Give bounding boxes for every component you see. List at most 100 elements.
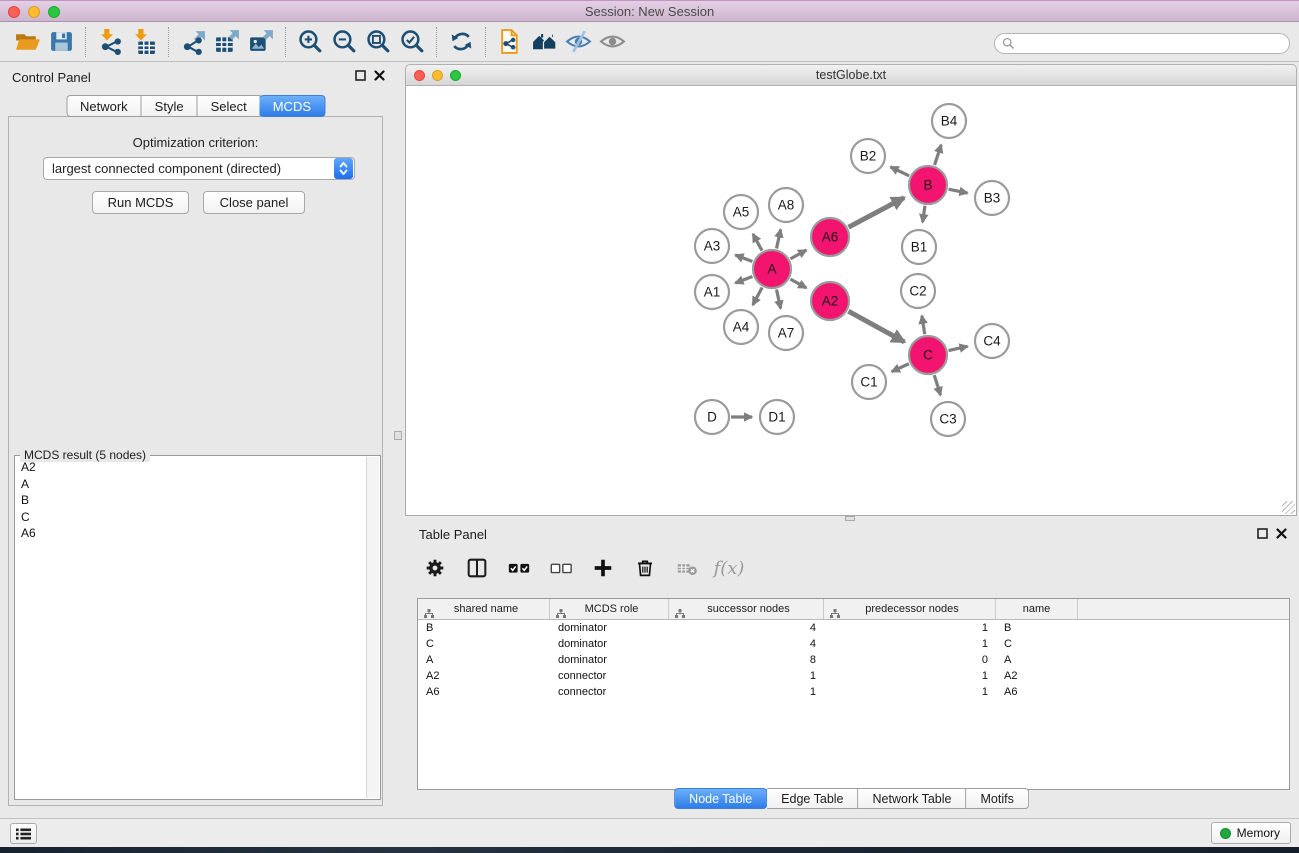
graph-edge-A-A2[interactable] [790,279,806,288]
function-builder-icon[interactable]: f(x) [715,554,743,582]
tab-edge-table[interactable]: Edge Table [767,788,858,809]
tab-motifs[interactable]: Motifs [966,788,1028,809]
new-network-from-selection-icon[interactable] [493,26,527,58]
vertical-split-divider[interactable] [391,62,405,818]
table-cell[interactable]: 4 [669,638,824,650]
graph-edge-C-C1[interactable] [892,364,909,372]
close-panel-button[interactable]: Close panel [203,191,305,214]
table-cell[interactable]: A [418,654,550,666]
settings-gear-icon[interactable] [421,554,449,582]
table-row[interactable]: Adominator80A [418,652,1289,668]
list-item[interactable]: B [17,492,365,509]
column-header-predecessor-nodes[interactable]: predecessor nodes [824,599,996,619]
float-panel-icon[interactable] [1257,528,1268,539]
export-table-icon[interactable] [210,26,244,58]
graph-edge-B-B2[interactable] [891,167,910,176]
divider-grip[interactable] [394,431,402,440]
graph-edge-A-A8[interactable] [776,229,780,248]
refresh-icon[interactable] [444,26,478,58]
table-cell[interactable]: dominator [550,638,669,650]
list-scrollbar[interactable] [366,457,379,798]
table-cell[interactable]: 0 [824,654,996,666]
mcds-result-list[interactable]: A2 A B C A6 [17,459,365,797]
table-cell[interactable]: 1 [824,638,996,650]
frame-resize-grip[interactable] [1282,501,1295,514]
column-header-name[interactable]: name [996,599,1078,619]
network-canvas[interactable]: AA1A3A5A8A4A7A6A2BB1B2B3B4CC1C2C3C4DD1 [405,86,1297,516]
memory-button[interactable]: Memory [1211,822,1291,844]
list-item[interactable]: C [17,509,365,526]
column-header-successor-nodes[interactable]: successor nodes [669,599,824,619]
table-cell[interactable]: 1 [824,622,996,634]
add-column-icon[interactable] [589,554,617,582]
search-input[interactable] [994,33,1290,54]
run-mcds-button[interactable]: Run MCDS [92,191,189,214]
delete-table-icon[interactable] [673,554,701,582]
hide-selected-icon[interactable] [561,26,595,58]
table-row[interactable]: Bdominator41B [418,620,1289,636]
graph-edge-C-C2[interactable] [922,316,925,335]
table-cell[interactable]: A6 [996,686,1078,698]
graph-edge-A6-B[interactable] [849,198,905,228]
table-cell[interactable]: B [996,622,1078,634]
first-neighbors-icon[interactable] [527,26,561,58]
divider-grip[interactable] [845,516,855,521]
table-cell[interactable]: A [996,654,1078,666]
tab-style[interactable]: Style [142,95,198,117]
table-row[interactable]: A6connector11A6 [418,684,1289,700]
delete-column-icon[interactable] [631,554,659,582]
open-session-icon[interactable] [10,26,44,58]
export-network-icon[interactable] [176,26,210,58]
graph-edge-A2-C[interactable] [848,311,904,342]
table-cell[interactable]: dominator [550,654,669,666]
close-panel-icon[interactable] [1276,528,1287,539]
graph-edge-B-B4[interactable] [935,145,942,165]
table-cell[interactable]: A2 [996,670,1078,682]
table-cell[interactable]: 4 [669,622,824,634]
graph-edge-B-B3[interactable] [949,189,968,193]
table-cell[interactable]: connector [550,670,669,682]
table-cell[interactable]: 1 [669,686,824,698]
graph-edge-A-A1[interactable] [735,277,752,284]
table-cell[interactable]: 1 [824,670,996,682]
list-item[interactable]: A [17,476,365,493]
tab-network[interactable]: Network [66,95,142,117]
zoom-out-icon[interactable] [327,26,361,58]
select-all-icon[interactable] [505,554,533,582]
graph-edge-A-A7[interactable] [776,290,780,309]
zoom-fit-icon[interactable] [361,26,395,58]
table-cell[interactable]: dominator [550,622,669,634]
network-frame-titlebar[interactable]: testGlobe.txt [405,64,1297,86]
zoom-in-icon[interactable] [293,26,327,58]
graph-edge-B-B1[interactable] [923,206,925,222]
import-network-icon[interactable] [93,26,127,58]
table-cell[interactable]: 1 [669,670,824,682]
tab-network-table[interactable]: Network Table [859,788,967,809]
import-table-icon[interactable] [127,26,161,58]
tab-node-table[interactable]: Node Table [674,788,767,809]
table-cell[interactable]: connector [550,686,669,698]
column-header-shared-name[interactable]: shared name [418,599,550,619]
list-item[interactable]: A2 [17,459,365,476]
table-cell[interactable]: 1 [824,686,996,698]
task-history-button[interactable] [10,823,37,844]
list-item[interactable]: A6 [17,525,365,542]
tab-select[interactable]: Select [198,95,261,117]
export-image-icon[interactable] [244,26,278,58]
float-panel-icon[interactable] [355,70,366,81]
table-cell[interactable]: A2 [418,670,550,682]
table-cell[interactable]: C [418,638,550,650]
graph-edge-C-C3[interactable] [934,375,940,395]
show-all-icon[interactable] [595,26,629,58]
graph-edge-A-A3[interactable] [735,255,752,262]
save-session-icon[interactable] [44,26,78,58]
criterion-dropdown[interactable]: largest connected component (directed) [43,157,355,180]
table-cell[interactable]: C [996,638,1078,650]
table-cell[interactable]: A6 [418,686,550,698]
column-view-icon[interactable] [463,554,491,582]
node-table[interactable]: shared nameMCDS rolesuccessor nodesprede… [417,598,1290,790]
table-cell[interactable]: B [418,622,550,634]
graph-edge-C-C4[interactable] [949,346,968,350]
graph-edge-A-A5[interactable] [753,234,762,251]
graph-edge-A-A4[interactable] [753,288,762,305]
